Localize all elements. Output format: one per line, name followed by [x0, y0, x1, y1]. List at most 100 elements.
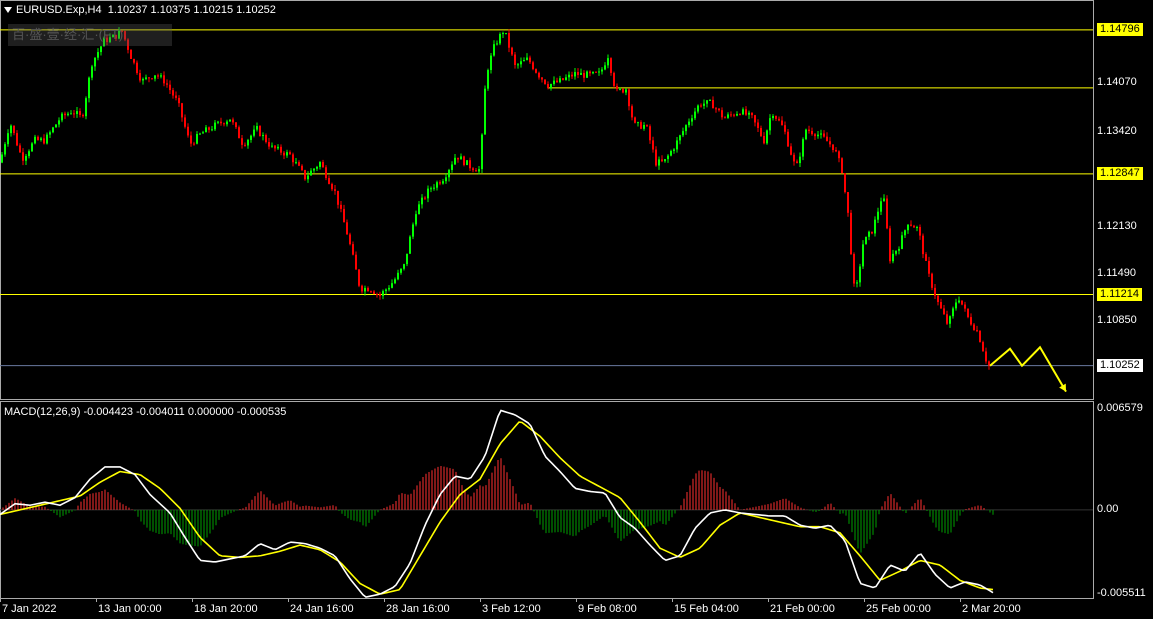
candle-body	[928, 260, 930, 274]
candle-body	[382, 291, 384, 296]
dropdown-icon[interactable]	[4, 7, 12, 14]
candle-body	[868, 231, 870, 237]
candle-body	[415, 214, 417, 225]
candle-body	[904, 230, 906, 236]
candle-body	[52, 127, 54, 133]
candle-body	[535, 69, 537, 73]
candle-body	[37, 136, 39, 141]
candle-body	[100, 46, 102, 53]
candle-body	[619, 88, 621, 90]
candle-body	[358, 269, 360, 286]
candle-body	[406, 253, 408, 265]
candle-body	[457, 157, 459, 160]
time-axis-label: 24 Jan 16:00	[290, 603, 354, 615]
candle-body	[517, 64, 519, 66]
candle-body	[439, 182, 441, 184]
macd-axis-label: 0.006579	[1097, 401, 1143, 414]
candle-body	[316, 166, 318, 169]
candle-body	[235, 122, 237, 128]
candle-body	[574, 72, 576, 77]
candle-body	[379, 293, 381, 296]
candle-body	[865, 236, 867, 245]
candle-body	[877, 211, 879, 220]
candle-body	[706, 100, 708, 104]
candle-body	[577, 72, 579, 75]
candle-body	[655, 149, 657, 166]
candle-body	[304, 170, 306, 180]
candle-body	[313, 168, 315, 171]
candle-body	[478, 169, 480, 172]
candle-body	[541, 77, 543, 80]
candle-body	[775, 116, 777, 119]
candle-body	[292, 154, 294, 163]
candle-body	[601, 69, 603, 72]
candle-body	[529, 57, 531, 63]
macd-frame	[0, 401, 1094, 599]
candle-body	[850, 212, 852, 255]
candle-body	[298, 162, 300, 166]
candle-body	[568, 74, 570, 78]
candle-body	[898, 248, 900, 251]
candle-body	[139, 73, 141, 81]
candle-body	[238, 127, 240, 139]
candle-body	[979, 330, 981, 343]
candle-body	[448, 169, 450, 178]
candle-body	[259, 126, 261, 137]
candle-body	[307, 175, 309, 180]
candle-body	[547, 84, 549, 88]
candle-body	[526, 57, 528, 61]
candle-body	[499, 33, 501, 44]
candle-body	[949, 316, 951, 324]
candle-body	[985, 351, 987, 362]
candle-body	[712, 99, 714, 109]
candle-body	[133, 58, 135, 63]
candle-body	[388, 287, 390, 290]
candle-body	[7, 133, 9, 145]
candle-body	[943, 308, 945, 315]
candle-body	[955, 302, 957, 309]
candle-body	[646, 125, 648, 127]
candle-body	[442, 181, 444, 184]
candle-body	[397, 272, 399, 280]
candle-body	[331, 183, 333, 190]
candle-body	[217, 121, 219, 123]
macd-axis-label: -0.005511	[1097, 587, 1146, 600]
candle-body	[367, 287, 369, 292]
candle-body	[757, 122, 759, 128]
time-axis-label: 28 Jan 16:00	[386, 603, 450, 615]
candle-body	[610, 58, 612, 73]
candle-body	[817, 134, 819, 137]
candle-body	[343, 208, 345, 223]
candle-body	[301, 165, 303, 171]
candle-body	[940, 301, 942, 309]
candle-body	[334, 189, 336, 191]
candle-body	[445, 177, 447, 182]
candle-body	[643, 125, 645, 129]
candle-body	[400, 268, 402, 273]
candle-body	[226, 121, 228, 125]
candle-body	[730, 114, 732, 116]
candle-body	[976, 330, 978, 332]
candle-body	[787, 131, 789, 147]
candle-body	[208, 127, 210, 130]
candle-body	[361, 285, 363, 292]
candle-body	[505, 32, 507, 34]
candle-body	[700, 105, 702, 107]
candle-body	[181, 103, 183, 118]
price-axis-label: 1.11490	[1097, 267, 1136, 280]
candle-body	[967, 308, 969, 318]
macd-main-line	[0, 409, 994, 598]
level-tag-0: 1.14796	[1097, 22, 1143, 36]
macd-axis-label: 0.00	[1097, 502, 1119, 515]
candle-body	[550, 83, 552, 88]
candle-body	[496, 43, 498, 45]
candle-body	[571, 74, 573, 77]
candle-body	[205, 127, 207, 133]
candle-body	[154, 75, 156, 79]
candle-body	[43, 138, 45, 144]
candle-body	[910, 224, 912, 226]
candle-body	[172, 90, 174, 96]
candle-body	[673, 149, 675, 151]
candle-body	[961, 300, 963, 305]
candle-body	[295, 162, 297, 164]
